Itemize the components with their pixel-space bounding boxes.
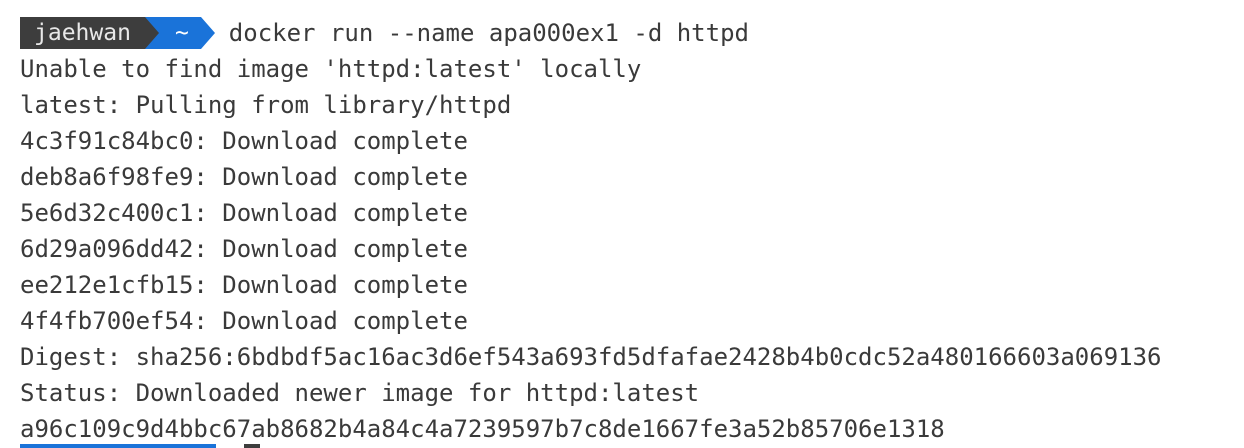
output-line: 4f4fb700ef54: Download complete [20,307,468,335]
next-prompt-segment [20,444,216,448]
shell-prompt: jaehwan ~ docker run --name apa000ex1 -d… [20,15,1230,51]
output-line: 5e6d32c400c1: Download complete [20,199,468,227]
prompt-user-segment: jaehwan [20,17,145,49]
output-line: latest: Pulling from library/httpd [20,91,512,119]
prompt-separator-icon [144,17,159,49]
output-line: ee212e1cfb15: Download complete [20,271,468,299]
output-line: 6d29a096dd42: Download complete [20,235,468,263]
output-line: a96c109c9d4bbc67ab8682b4a84c4a7239597b7c… [20,415,945,443]
output-line: Status: Downloaded newer image for httpd… [20,379,700,407]
terminal-window[interactable]: jaehwan ~ docker run --name apa000ex1 -d… [20,15,1230,448]
output-line: Unable to find image 'httpd:latest' loca… [20,55,642,83]
output-line: Digest: sha256:6bdbdf5ac16ac3d6ef543a693… [20,343,1162,371]
prompt-directory-segment: ~ [158,17,201,49]
output-line: deb8a6f98fe9: Download complete [20,163,468,191]
command-text: docker run --name apa000ex1 -d httpd [228,19,749,47]
text-cursor [244,444,260,448]
prompt-end-arrow-icon [200,17,215,49]
output-line: 4c3f91c84bc0: Download complete [20,127,468,155]
